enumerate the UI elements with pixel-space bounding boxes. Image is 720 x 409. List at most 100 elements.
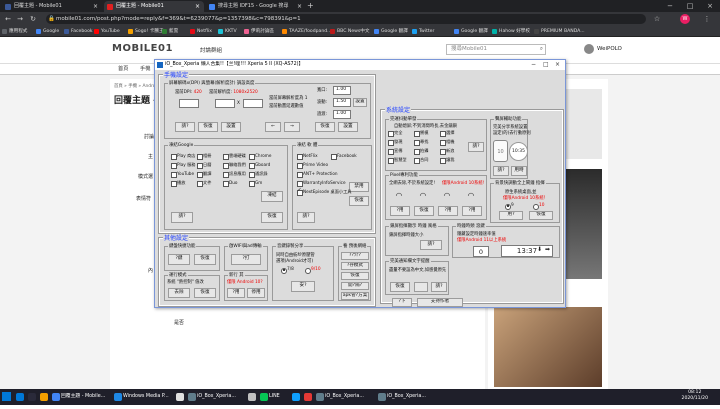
bookmark-item[interactable]: 伊莉討論區	[244, 26, 274, 37]
run-mode-remove-button[interactable]: 去除	[168, 288, 190, 298]
bookmark-item[interactable]: 藍雲	[162, 26, 178, 37]
taskbar-item[interactable]	[38, 389, 49, 405]
net-b1[interactable]: ??介?	[341, 252, 369, 260]
google-app-checkbox[interactable]: 文件	[197, 180, 211, 187]
taskbar-item[interactable]: iO_Box_Xperia...	[186, 389, 236, 405]
search-input[interactable]: 搜尋Mobile01 ⌕	[446, 44, 546, 55]
window-anim-input[interactable]: 1.00	[333, 86, 351, 95]
app-checkbox[interactable]: Facebook	[331, 153, 357, 160]
reload-icon[interactable]: ↻	[28, 14, 38, 24]
run-mode-restore-button[interactable]: 恢復	[194, 288, 216, 298]
tray-clock[interactable]: 08:12 2020/11/20	[682, 390, 708, 402]
sound-checkbox[interactable]: 選擇	[440, 130, 454, 137]
apps-restore-button[interactable]: 恢復	[349, 196, 369, 206]
username[interactable]: WeiPOLO	[597, 46, 622, 52]
sound-checkbox[interactable]: 拍攝	[414, 148, 428, 155]
sound-checkbox[interactable]: 合同	[414, 157, 428, 164]
sound-checkbox[interactable]: 智慧型	[388, 157, 407, 164]
google-freeze-button[interactable]: 凍結	[261, 191, 283, 202]
bookmark-item[interactable]: Google 翻譯	[374, 26, 408, 37]
side-help-button[interactable]: 請?	[493, 166, 509, 176]
minimize-icon[interactable]: −	[660, 0, 680, 12]
bookmark-item[interactable]: Sogo! 卡騰王	[128, 26, 164, 37]
app-checkbox[interactable]: WarrantyInfoService	[297, 180, 346, 187]
taskbar-item[interactable]	[26, 389, 37, 405]
url-field[interactable]: 🔒 mobile01.com/post.php?mode=reply&f=369&…	[46, 14, 646, 24]
google-app-checkbox[interactable]: Chrome	[249, 153, 271, 160]
download-button[interactable]: ?下	[392, 298, 412, 307]
menu-icon[interactable]: ⋮	[702, 14, 712, 24]
google-app-checkbox[interactable]: Gm	[249, 180, 262, 187]
pixel-b1[interactable]: ?用	[390, 206, 410, 216]
note-help-button[interactable]: 請?	[431, 282, 447, 292]
app-checkbox[interactable]: Prime Video	[297, 162, 328, 169]
google-app-checkbox[interactable]: 雲端硬碟	[223, 153, 246, 160]
note-restore-button[interactable]: 恢復	[390, 282, 410, 292]
alarm-restore-button[interactable]: 用?	[499, 211, 523, 220]
sound-checkbox[interactable]: 新浪	[440, 148, 454, 155]
sound-checkbox[interactable]: 宣傳	[388, 148, 402, 155]
anim-scale-input[interactable]: 1.50	[333, 98, 351, 107]
minimize-icon[interactable]: −	[531, 60, 536, 70]
sound-checkbox[interactable]: 禦模	[414, 130, 428, 137]
apps-disable-button[interactable]: 禁用	[349, 182, 369, 192]
download-icon[interactable]: ⬇	[537, 246, 542, 253]
taskbar-item[interactable]: Windows Media P...	[112, 389, 169, 405]
tab-1[interactable]: 回覆主題 - Mobile01 ×	[2, 1, 102, 12]
taskbar-item[interactable]	[246, 389, 257, 405]
res-w-input[interactable]	[215, 99, 235, 108]
bookmark-item[interactable]: KKTV	[218, 26, 237, 37]
dpi-input[interactable]	[179, 99, 199, 108]
close-icon[interactable]: ×	[93, 1, 98, 12]
windows-start-icon[interactable]	[2, 389, 11, 405]
google-app-checkbox[interactable]: 訊息應用	[223, 171, 246, 178]
close-icon[interactable]: ×	[195, 1, 200, 12]
net-b3[interactable]: 恢復	[341, 272, 369, 280]
bookmark-item[interactable]: Google 翻譯	[454, 26, 488, 37]
google-app-checkbox[interactable]: 播放	[171, 180, 185, 187]
google-app-checkbox[interactable]: 相冊	[197, 153, 211, 160]
profile-avatar[interactable]: W	[680, 14, 690, 24]
close-window-icon[interactable]: ×	[700, 0, 720, 12]
sound-checkbox[interactable]: 讓我	[440, 157, 454, 164]
radio-7-8[interactable]: 7/8	[281, 267, 294, 274]
dpi-help-button[interactable]: 請?	[175, 122, 195, 132]
maximize-icon[interactable]: □	[680, 0, 700, 12]
keyboard-button[interactable]: ?鍵	[168, 254, 190, 265]
nav-item[interactable]: 首頁	[118, 64, 128, 75]
google-app-checkbox[interactable]: 日曆	[197, 162, 211, 169]
alarm-apply-button[interactable]: 恢復	[529, 211, 553, 220]
wifi-adb-button[interactable]: ?打	[231, 254, 261, 265]
alarm-radio-2[interactable]: 10	[533, 203, 544, 210]
trans-anim-input[interactable]: 1.00	[333, 110, 351, 119]
bookmark-item[interactable]: YouTube	[94, 26, 120, 37]
side-apply-button[interactable]: 用時	[511, 166, 527, 176]
tab-3[interactable]: 搜尋主題 IDF15 - Google 搜尋 ×	[206, 1, 306, 12]
google-app-checkbox[interactable]: Gboard	[249, 162, 270, 169]
radio-9-10[interactable]: 9/10	[305, 267, 321, 274]
google-app-checkbox[interactable]: Play 服務	[171, 162, 195, 169]
taskbar-item[interactable]	[174, 389, 185, 405]
bookmark-item[interactable]: Netflix	[190, 26, 212, 37]
anim-restore-button[interactable]: 恢復	[315, 122, 335, 132]
close-icon[interactable]: ×	[555, 60, 560, 70]
led-help-button[interactable]: 請?	[420, 240, 442, 250]
pixel-b3[interactable]: ?用	[438, 206, 458, 216]
google-app-checkbox[interactable]: 聯絡我們	[223, 162, 246, 169]
res-h-input[interactable]	[243, 99, 263, 108]
google-restore-button[interactable]: 恢復	[261, 212, 283, 223]
bookmark-item[interactable]: TAAZE/foodpand...	[282, 26, 332, 37]
taskbar-item[interactable]: LINE	[258, 389, 280, 405]
sound-checkbox[interactable]: 完全	[388, 130, 402, 137]
forward-icon[interactable]: →	[15, 14, 25, 24]
nav-item[interactable]: 手機	[140, 64, 150, 75]
tab-2[interactable]: 回覆主題 - Mobile01 ×	[104, 1, 204, 12]
google-app-checkbox[interactable]: 通訊錄	[249, 171, 268, 178]
prev-button[interactable]: ←	[265, 122, 281, 132]
bookmark-item[interactable]: Facebook	[64, 26, 93, 37]
taskbar-item[interactable]	[14, 389, 25, 405]
taskbar-item[interactable]: iO_Box_Xperia...	[376, 389, 426, 405]
enable-button[interactable]: ?用	[227, 288, 245, 298]
note-color-button[interactable]	[414, 282, 428, 292]
net-b4[interactable]: 開?隔?	[341, 282, 369, 290]
